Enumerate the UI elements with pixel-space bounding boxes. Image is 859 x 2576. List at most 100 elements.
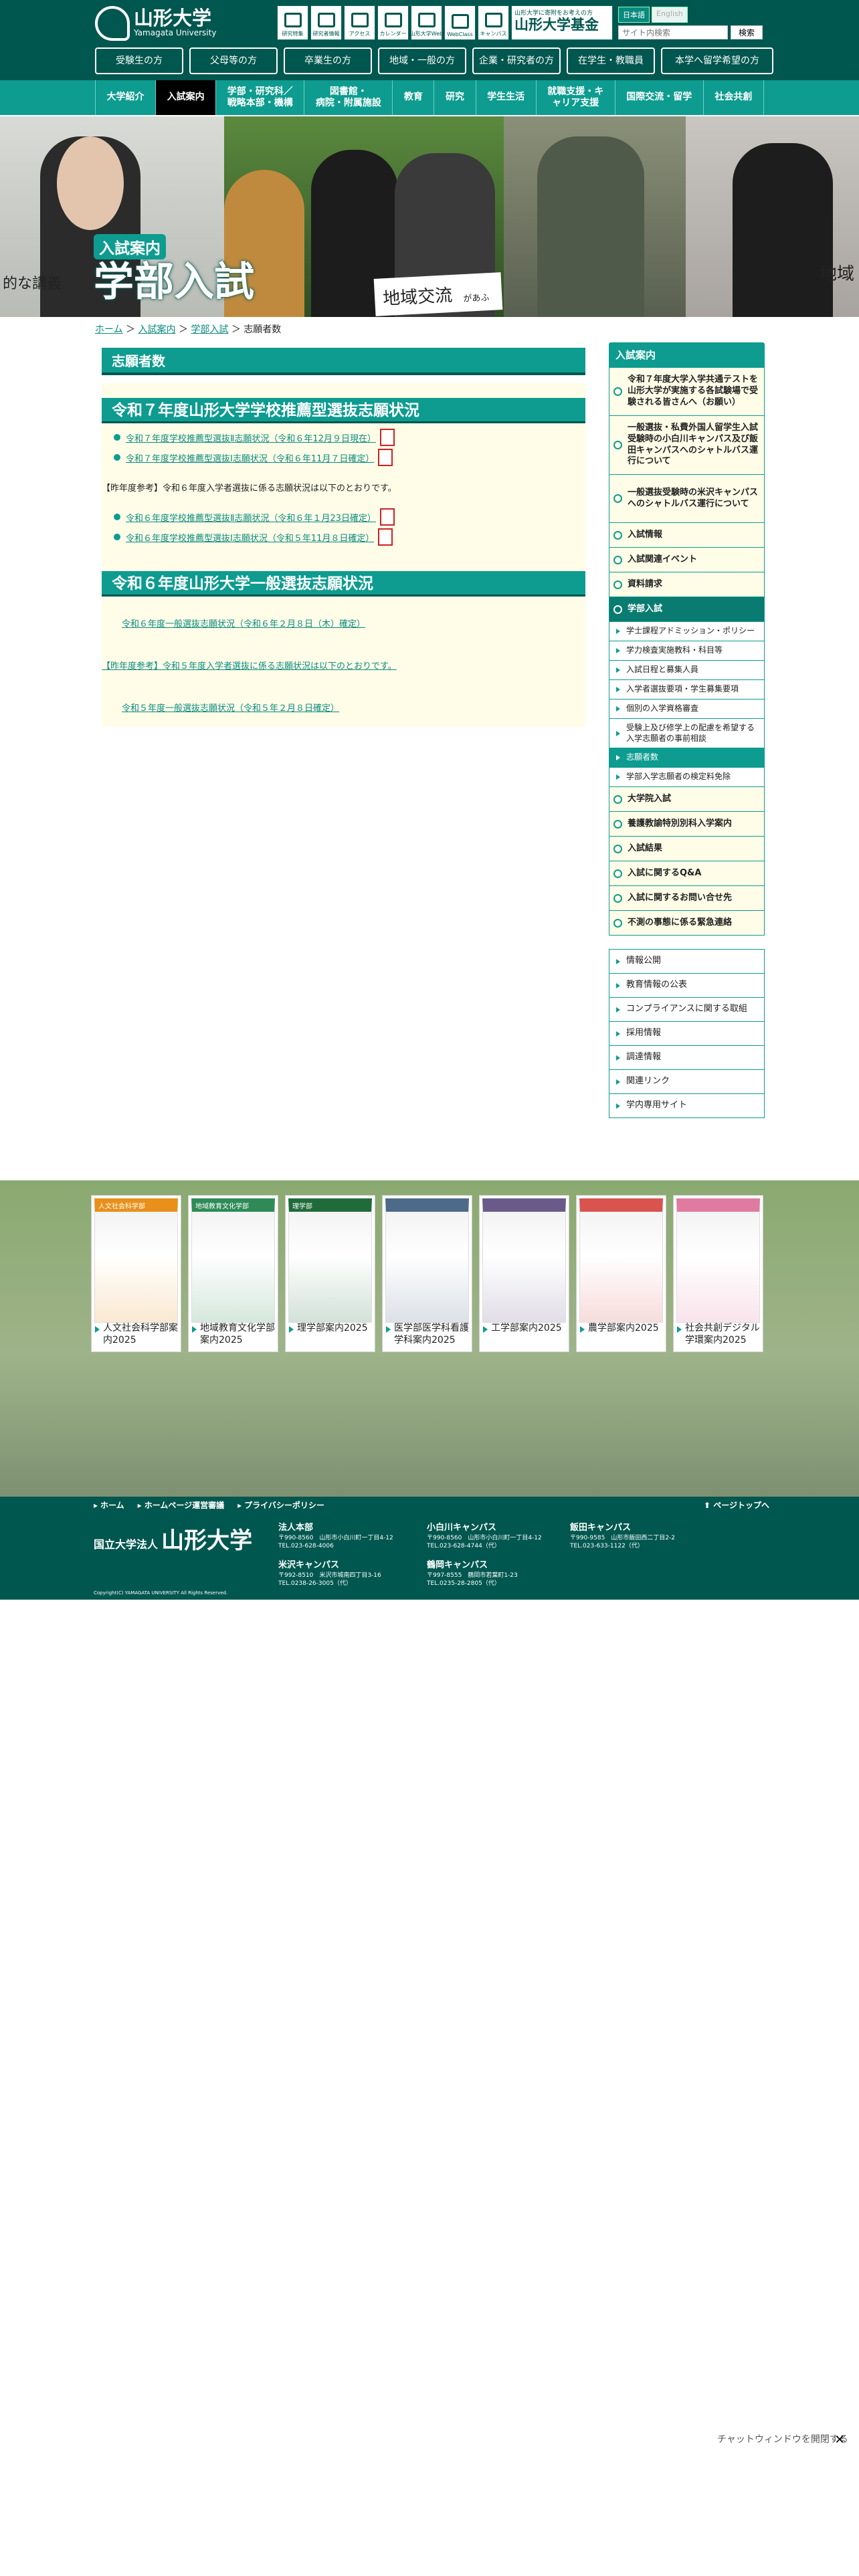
triangle-icon <box>616 1103 620 1109</box>
sidebar-sub-guidelines[interactable]: 入学者選抜要項・学生募集要項 <box>609 680 765 700</box>
sidebar-sub-subjects[interactable]: 学力検査実施教科・科目等 <box>609 641 765 661</box>
pamphlet-card[interactable]: 工学部案内2025 <box>479 1195 569 1352</box>
pamphlet-cover <box>385 1198 469 1323</box>
triangle-icon <box>616 706 620 712</box>
link-general[interactable]: 令和６年度一般選抜志願状況（令和６年２月８日（木）確定） <box>122 617 585 629</box>
gnav-faculties[interactable]: 学部・研究科／ 戦略本部・機構 <box>215 80 304 115</box>
audience-alumni[interactable]: 卒業生の方 <box>284 47 372 74</box>
sidebar-item-school-nurse[interactable]: 養護教諭特別別科入学案内 <box>609 812 765 837</box>
sidebar-item-results[interactable]: 入試結果 <box>609 837 765 861</box>
gnav-career[interactable]: 就職支援・キ ャリア支援 <box>535 80 615 115</box>
page-title: 志願者数 <box>102 348 585 375</box>
triangle-icon <box>616 730 620 736</box>
close-icon[interactable]: ✕ <box>834 2434 846 2446</box>
footer-link-home[interactable]: ホーム <box>94 1499 124 1511</box>
link-ref-recommend-2[interactable]: 令和６年度学校推薦型選抜Ⅱ志願状況（令和６年１月23日確定） <box>114 508 585 526</box>
gnav-international[interactable]: 国際交流・留学 <box>614 80 703 115</box>
tool-links: 研究特集 研究者情報 アクセス カレンダー 山形大学Web WebClass キ… <box>277 5 509 40</box>
audience-intl-students[interactable]: 本学へ留学希望の方 <box>661 47 773 74</box>
pamphlet-card[interactable]: 地域教育文化学部 地域教育文化学部案内2025 <box>188 1195 278 1352</box>
university-logo[interactable]: 山形大学 Yamagata University <box>95 3 239 44</box>
sidebar-extra-links: 情報公開 教育情報の公表 コンプライアンスに関する取組 採用情報 調達情報 関連… <box>609 949 765 1118</box>
sidebar-item-faq[interactable]: 入試に関するQ&A <box>609 861 765 886</box>
gnav-education[interactable]: 教育 <box>392 80 434 115</box>
sidebar-item-events[interactable]: 入試関連イベント <box>609 548 765 572</box>
breadcrumb-home[interactable]: ホーム <box>95 324 123 335</box>
link-ref-recommend-1[interactable]: 令和６年度学校推薦型選抜Ⅰ志願状況（令和５年11月８日確定） <box>114 528 585 546</box>
link-recommend-2[interactable]: 令和７年度学校推薦型選抜Ⅱ志願状況（令和６年12月９日現在） <box>114 429 585 446</box>
footer-link-council[interactable]: ホームページ運営審議 <box>138 1499 224 1511</box>
gnav-research[interactable]: 研究 <box>434 80 475 115</box>
sidebar-sub-policy[interactable]: 学士課程アドミッション・ポリシー <box>609 622 765 641</box>
tool-research-features[interactable]: 研究特集 <box>277 5 308 40</box>
sidebar-extra-disclosure[interactable]: 情報公開 <box>609 950 765 974</box>
page-top-button[interactable]: ⬆ ページトップへ <box>704 1499 769 1511</box>
section-title-recommend: 令和７年度山形大学学校推薦型選抜志願状況 <box>102 398 585 423</box>
search-button[interactable]: 検索 <box>731 25 763 39</box>
site-search: 検索 <box>618 25 763 39</box>
sidebar-extra-compliance[interactable]: コンプライアンスに関する取組 <box>609 998 765 1022</box>
sidebar-extra-links-related[interactable]: 関連リンク <box>609 1070 765 1094</box>
link-recommend-1[interactable]: 令和７年度学校推薦型選抜Ⅰ志願状況（令和６年11月７日確定） <box>114 449 585 466</box>
chat-widget-toggle[interactable]: チャットウィンドウを開閉する ✕ <box>717 2434 851 2458</box>
campus-iida: 飯田キャンパス 〒990-9585 山形市飯田西二丁目2-2 TEL.023-633… <box>570 1523 676 1549</box>
gnav-library-hospital[interactable]: 図書館・ 病院・附属施設 <box>304 80 392 115</box>
circle-arrow-icon <box>613 530 622 540</box>
sidebar-sub-fee-waiver[interactable]: 学部入学志願者の検定料免除 <box>609 768 765 787</box>
pamphlet-card[interactable]: 農学部案内2025 <box>576 1195 666 1352</box>
audience-applicants[interactable]: 受験生の方 <box>95 47 183 74</box>
sidebar-extra-recruit[interactable]: 採用情報 <box>609 1022 765 1046</box>
audience-business[interactable]: 企業・研究者の方 <box>472 47 561 74</box>
tool-web[interactable]: 山形大学Web <box>410 5 443 40</box>
sidebar-item-graduate[interactable]: 大学院入試 <box>609 787 765 812</box>
circle-arrow-icon <box>613 494 622 503</box>
sidebar-extra-edu-info[interactable]: 教育情報の公表 <box>609 974 765 998</box>
sidebar-item-request[interactable]: 資料請求 <box>609 572 765 597</box>
gnav-about[interactable]: 大学紹介 <box>95 80 155 115</box>
footer-org: 国立大学法人 山形大学 <box>94 1527 253 1554</box>
sidebar-item-undergrad[interactable]: 学部入試 <box>609 597 765 622</box>
sidebar-item-emergency[interactable]: 不測の事態に係る緊急連絡 <box>609 911 765 936</box>
sidebar-item-contact[interactable]: 入試に関するお問い合せ先 <box>609 886 765 911</box>
audience-parents[interactable]: 父母等の方 <box>189 47 278 74</box>
sidebar-sub-eligibility[interactable]: 個別の入学資格審査 <box>609 700 765 719</box>
sidebar-extra-procurement[interactable]: 調達情報 <box>609 1046 765 1070</box>
lang-en[interactable]: English <box>652 7 688 23</box>
sidebar-sub-applicants[interactable]: 志願者数 <box>609 748 765 768</box>
lang-ja[interactable]: 日本語 <box>618 7 650 23</box>
gnav-student-life[interactable]: 学生生活 <box>475 80 536 115</box>
pamphlet-card[interactable]: 理学部 理学部案内2025 <box>285 1195 375 1352</box>
pamphlet-card[interactable]: 人文社会科学部 人文社会科学部案内2025 <box>91 1195 181 1352</box>
triangle-icon <box>616 1055 620 1061</box>
link-ref-general[interactable]: 令和５年度一般選抜志願状況（令和５年２月８日確定） <box>122 701 585 714</box>
sidebar-item-info[interactable]: 入試情報 <box>609 523 765 548</box>
prev-year-note-general[interactable]: 【昨年度参考】令和５年度入学者選抜に係る志願状況は以下のとおりです。 <box>102 659 585 671</box>
tool-webclass[interactable]: WebClass <box>444 5 476 40</box>
tool-access[interactable]: アクセス <box>344 5 375 40</box>
logo-title: 山形大学 <box>134 7 212 30</box>
footer-link-privacy[interactable]: プライバシーポリシー <box>237 1499 324 1511</box>
site-footer: ホーム ホームページ運営審議 プライバシーポリシー ⬆ ページトップへ 国立大学… <box>0 1497 859 1600</box>
gnav-co-creation[interactable]: 社会共創 <box>702 80 764 115</box>
breadcrumb-undergrad[interactable]: 学部入試 <box>191 324 228 335</box>
sidebar-item-shuttle-kojirakawa[interactable]: 一般選抜・私費外国人留学生入試受験時の小白川キャンパス及び飯田キャンパスへのシャ… <box>609 416 765 475</box>
pamphlet-card[interactable]: 医学部医学科看護学科案内2025 <box>382 1195 472 1352</box>
tool-calendar[interactable]: カレンダー <box>377 5 409 40</box>
sidebar-sub-consultation[interactable]: 受験上及び修学上の配慮を希望する入学志願者の事前相談 <box>609 719 765 748</box>
tool-researcher-info[interactable]: 研究者情報 <box>310 5 342 40</box>
circle-arrow-icon <box>613 844 622 853</box>
audience-community[interactable]: 地域・一般の方 <box>378 47 466 74</box>
sidebar-item-common-test[interactable]: 令和７年度大学入学共通テストを山形大学が実施する各試験場で受験される皆さんへ（お… <box>609 368 765 416</box>
breadcrumb-admissions[interactable]: 入試案内 <box>138 324 176 335</box>
sidebar-item-shuttle-yonezawa[interactable]: 一般選抜受験時の米沢キャンパスへのシャトルバス運行について <box>609 475 765 523</box>
gnav-admissions[interactable]: 入試案内 <box>155 80 216 115</box>
audience-students-staff[interactable]: 在学生・教職員 <box>567 47 655 74</box>
fund-banner[interactable]: 山形大学に寄附をお考えの方 山形大学基金 <box>511 5 613 40</box>
tool-campus[interactable]: キャンパス <box>478 5 509 40</box>
pamphlet-card[interactable]: 社会共創デジタル学環案内2025 <box>673 1195 763 1352</box>
sidebar-extra-internal[interactable]: 学内専用サイト <box>609 1094 765 1118</box>
search-input[interactable] <box>618 25 728 39</box>
sidebar-heading[interactable]: 入試案内 <box>609 342 765 368</box>
pamphlet-cover: 地域教育文化学部 <box>191 1198 275 1323</box>
sidebar-sub-schedule[interactable]: 入試日程と募集人員 <box>609 661 765 680</box>
